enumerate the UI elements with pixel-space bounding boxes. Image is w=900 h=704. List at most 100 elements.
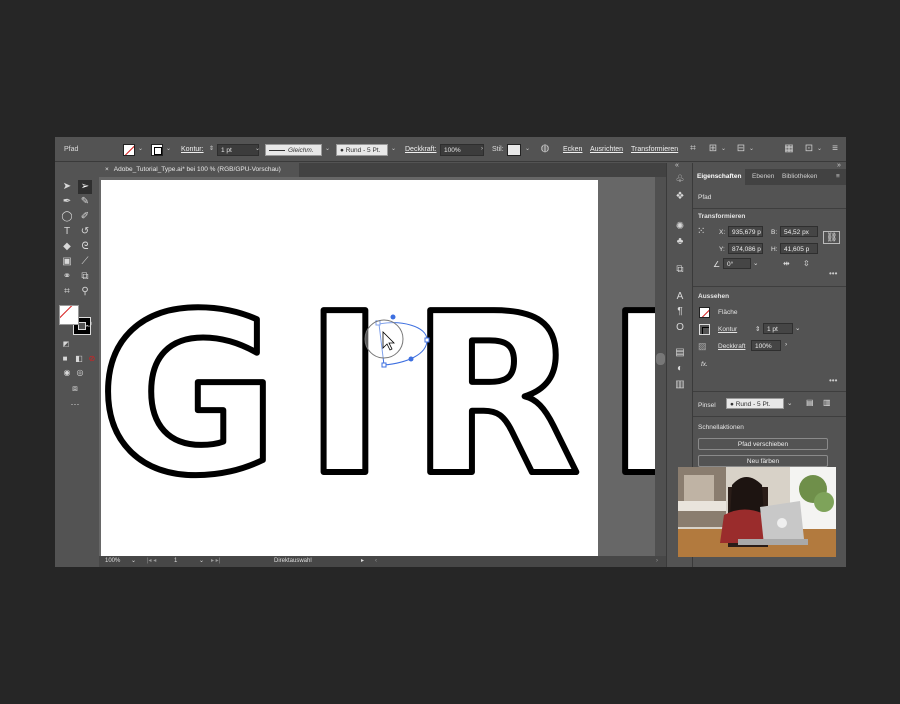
stepper-icon[interactable]: ⇕ [755,325,760,333]
chevron-right-icon[interactable]: › [785,341,787,348]
arrange-icon[interactable]: ⊡ [803,143,815,155]
height-field[interactable]: 41,605 p [780,243,818,254]
chevron-down-icon[interactable]: ⌄ [325,137,330,162]
x-field[interactable]: 935,679 p [728,226,763,237]
scroll-thumb[interactable] [656,353,665,365]
chevron-down-icon[interactable]: ⌄ [525,137,530,162]
artboard[interactable]: GIRL [94,180,749,559]
paintbrush-tool-icon[interactable]: ✐ [78,210,92,224]
appearance-icon[interactable]: ◐ [673,362,687,376]
chevron-down-icon[interactable]: ⌄ [795,324,800,332]
vertical-scrollbar[interactable] [655,177,666,556]
chevron-right-icon[interactable]: ▸ [361,556,364,567]
scroll-right-icon[interactable]: › [656,556,658,567]
link-icon[interactable]: ⛓ [823,231,841,244]
brush-library-icon[interactable]: ▤ [806,398,814,407]
offset-path-button[interactable]: Pfad verschieben [698,438,828,450]
shape-builder-tool-icon[interactable]: ⚭ [60,270,74,284]
opacity-icon[interactable]: ▨ [698,341,707,352]
chevron-down-icon[interactable]: ⌄ [721,137,726,162]
chevron-down-icon[interactable]: ⌄ [199,556,204,567]
stroke-weight-panel-field[interactable]: 1 pt [763,323,793,334]
stroke-profile-dropdown[interactable]: Gleichm. [265,144,322,156]
ellipse-tool-icon[interactable]: ◯ [60,210,74,224]
brush-panel-icon[interactable]: ✺ [673,220,687,234]
paragraph-icon[interactable]: ¶ [673,305,687,319]
panel-menu-icon[interactable]: ≡ [836,169,840,185]
gradient-tool-icon[interactable]: ▣ [60,255,74,269]
artboard-number[interactable]: 1 [174,556,177,567]
width-field[interactable]: 54,52 px [780,226,818,237]
stroke-swatch[interactable] [151,144,163,156]
flip-horizontal-icon[interactable]: ⇹ [783,259,790,268]
chevron-down-icon[interactable]: ⌄ [753,259,758,267]
default-colors-icon[interactable]: ◩ [59,338,73,352]
color-guide-icon[interactable]: ♧ [673,173,687,187]
brush-options-icon[interactable]: ▥ [823,398,831,407]
libraries-icon[interactable]: ❖ [673,190,687,204]
selection-tool-icon[interactable]: ➤ [60,180,74,194]
artboard-nav-icon[interactable]: |◂ ◂ [147,556,156,567]
recolor-button[interactable]: Neu färben [698,455,828,467]
image-trace-icon[interactable]: ▤ [673,346,687,360]
zoom-tool-icon[interactable]: ⚲ [78,285,92,299]
more-tools-icon[interactable]: ⋯ [68,397,82,411]
chevron-down-icon[interactable]: ⌄ [749,137,754,162]
stroke-swatch-panel[interactable] [699,324,710,335]
eyedropper-tool-icon[interactable]: ⟋ [78,255,92,269]
align-icon[interactable]: ⊞ [707,143,719,155]
artboard-tool-icon[interactable]: ⌗ [60,285,74,299]
close-icon[interactable]: × [105,166,109,173]
rotate-tool-icon[interactable]: ↺ [78,225,92,239]
curvature-tool-icon[interactable]: ✎ [78,195,92,209]
menu-icon[interactable]: ≡ [829,143,841,155]
stroke-weight-field[interactable]: 1 pt [217,144,259,156]
opacity-panel-field[interactable]: 100% [751,340,781,351]
chevron-down-icon[interactable]: ⌄ [138,137,143,162]
swap-colors-icon[interactable]: ⤾ [82,319,96,333]
chevron-down-icon[interactable]: ⌄ [787,399,792,407]
y-field[interactable]: 874,086 p [728,243,763,254]
angle-field[interactable]: 0° [723,258,751,269]
character-icon[interactable]: A [673,290,687,304]
more-options-icon[interactable]: ••• [829,269,837,278]
blend-tool-icon[interactable]: ⧉ [78,270,92,284]
collapse-icon[interactable]: « [671,160,683,172]
chevron-down-icon[interactable]: ⌄ [166,137,171,162]
grid-icon[interactable]: ▦ [783,143,795,155]
chevron-down-icon[interactable]: ⌄ [131,556,136,567]
artboards-icon[interactable]: ⧉ [673,263,687,277]
stroke-label[interactable]: Kontur [718,326,737,333]
flip-vertical-icon[interactable]: ⇳ [803,259,810,268]
chevron-down-icon[interactable]: ⌄ [391,137,396,162]
zoom-level[interactable]: 100% [105,556,120,567]
graphic-styles-icon[interactable]: ▥ [673,378,687,392]
opentype-icon[interactable]: O [673,321,687,335]
eraser-tool-icon[interactable]: ◆ [60,240,74,254]
opacity-label[interactable]: Deckkraft [718,343,745,350]
style-swatch[interactable] [507,144,521,156]
transform-bounds-icon[interactable]: ⌗ [687,143,699,155]
ecken-link[interactable]: Ecken [563,137,582,162]
opacity-field[interactable]: 100% [440,144,484,156]
tab-libraries[interactable]: Bibliotheken [782,169,817,185]
artwork-svg[interactable]: GIRL [94,180,749,559]
kontur-label[interactable]: Kontur: [181,137,204,162]
transformieren-link[interactable]: Transformieren [631,137,678,162]
deckkraft-label[interactable]: Deckkraft: [405,137,437,162]
stepper-icon[interactable]: ⇕ [209,137,214,162]
fill-swatch[interactable] [123,144,135,156]
direct-selection-tool-icon[interactable]: ➢ [78,180,92,194]
chevron-down-icon[interactable]: ⌄ [817,137,822,162]
more-options-icon[interactable]: ••• [829,376,837,385]
artboard-next-icon[interactable]: ▸ ▸| [211,556,220,567]
gradient-mode-icon[interactable]: ◧ [72,352,86,366]
lasso-tool-icon[interactable]: ᘓ [78,240,92,254]
document-tab[interactable]: × Adobe_Tutorial_Type.ai* bei 100 % (RGB/… [99,163,299,177]
fill-swatch-panel[interactable] [699,307,710,318]
recolor-icon[interactable]: ◍ [539,143,551,155]
screen-mode-icon[interactable]: ⧈ [68,381,82,395]
brush-panel-dropdown[interactable]: ● Rund - 5 Pt. [726,398,784,409]
tab-layers[interactable]: Ebenen [752,169,774,185]
scroll-left-icon[interactable]: ‹ [375,556,377,567]
